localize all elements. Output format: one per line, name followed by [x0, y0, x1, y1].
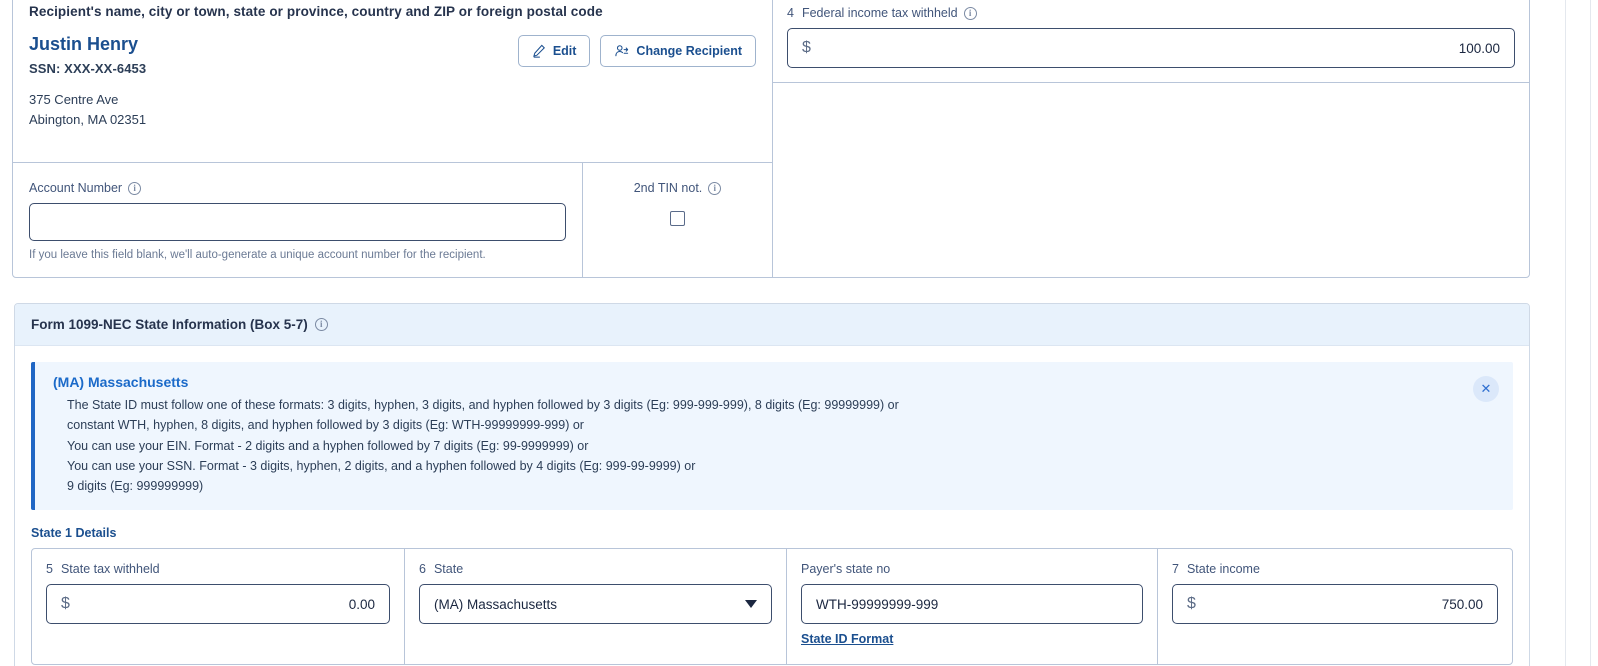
state-income-label: State income [1186, 562, 1260, 577]
state-select-value: (MA) Massachusetts [434, 596, 558, 612]
payers-state-no-label: Payer's state no [801, 562, 891, 577]
recipient-details-block: Recipient's name, city or town, state or… [13, 0, 772, 163]
payers-state-no-input[interactable]: WTH-99999999-999 [801, 584, 1143, 625]
state-information-body: (MA) Massachusetts The State ID must fol… [15, 346, 1529, 666]
payers-state-no-cell: Payer's state no WTH-99999999-999 State … [787, 549, 1158, 665]
federal-tax-input[interactable]: $ 100.00 [787, 28, 1515, 68]
account-number-helper-text: If you leave this field blank, we'll aut… [29, 249, 486, 261]
close-icon[interactable]: ✕ [1473, 376, 1499, 402]
change-recipient-button-label: Change Recipient [636, 44, 742, 59]
state-select[interactable]: (MA) Massachusetts [419, 584, 772, 625]
recipient-ssn: SSN: XXX-XX-6453 [29, 60, 147, 76]
state-income-input[interactable]: $ 750.00 [1172, 584, 1498, 625]
state-details-grid: 5 State tax withheld $ 0.00 6 State (MA)… [31, 548, 1513, 666]
recipient-section-heading: Recipient's name, city or town, state or… [29, 4, 603, 20]
alert-line: 9 digits (Eg: 999999999) [67, 479, 204, 493]
pencil-icon [532, 44, 546, 58]
account-number-column: Account Number i If you leave this field… [13, 163, 583, 277]
federal-empty-area [773, 83, 1529, 277]
state-information-title: Form 1099-NEC State Information (Box 5-7… [31, 317, 308, 332]
recipient-name: Justin Henry [29, 34, 139, 55]
state-income-box-number: 7 [1172, 562, 1179, 577]
recipient-address: 375 Centre Ave Abington, MA 02351 [13, 76, 772, 132]
recipient-card: Recipient's name, city or town, state or… [12, 0, 1530, 278]
state-tax-withheld-label: State tax withheld [60, 562, 160, 577]
state-tax-withheld-input[interactable]: $ 0.00 [46, 584, 390, 625]
payers-state-no-label-row: Payer's state no [801, 562, 1143, 576]
alert-line: constant WTH, hyphen, 8 digits, and hyph… [67, 418, 584, 433]
alert-line: You can use your SSN. Format - 3 digits,… [67, 458, 696, 473]
state-tax-withheld-label-row: 5 State tax withheld [46, 562, 390, 576]
form-1099-nec-page: Recipient's name, city or town, state or… [0, 0, 1598, 666]
state-tax-withheld-cell: 5 State tax withheld $ 0.00 [32, 549, 405, 665]
info-icon[interactable]: i [708, 181, 722, 195]
second-tin-label: 2nd TIN not. [633, 181, 703, 195]
state-income-value: 750.00 [1441, 596, 1483, 612]
alert-title: (MA) Massachusetts [53, 374, 189, 390]
chevron-down-icon [745, 600, 757, 609]
recipient-left-column: Recipient's name, city or town, state or… [13, 0, 773, 277]
currency-symbol: $ [61, 595, 70, 613]
state-information-card: Form 1099-NEC State Information (Box 5-7… [14, 303, 1530, 666]
state-id-format-alert: (MA) Massachusetts The State ID must fol… [31, 362, 1513, 511]
account-number-block: Account Number i If you leave this field… [13, 163, 772, 277]
recipient-address-line-2: Abington, MA 02351 [29, 112, 147, 128]
scroll-track-edge [1590, 0, 1591, 666]
user-switch-icon [614, 44, 629, 58]
payers-state-no-value: WTH-99999999-999 [816, 596, 939, 612]
change-recipient-button[interactable]: Change Recipient [600, 35, 756, 68]
state-select-cell: 6 State (MA) Massachusetts [405, 549, 787, 665]
currency-symbol: $ [1187, 595, 1196, 613]
alert-line: You can use your EIN. Format - 2 digits … [67, 438, 589, 453]
page-container-edge [1565, 0, 1566, 666]
federal-tax-value: 100.00 [1458, 40, 1500, 56]
recipient-actions: Edit Change Recipient [517, 33, 756, 68]
state-box-number: 6 [419, 562, 426, 577]
second-tin-column: 2nd TIN not. i [583, 163, 772, 277]
second-tin-label-row: 2nd TIN not. i [634, 181, 722, 195]
alert-line: The State ID must follow one of these fo… [67, 398, 899, 412]
state-information-header: Form 1099-NEC State Information (Box 5-7… [15, 304, 1529, 346]
recipient-name-row: Justin Henry SSN: XXX-XX-6453 Edit Chang… [13, 19, 772, 76]
account-number-input[interactable] [29, 203, 566, 241]
edit-button-label: Edit [552, 44, 577, 59]
recipient-identity: Justin Henry SSN: XXX-XX-6453 [29, 33, 146, 76]
state-label-row: 6 State [419, 562, 772, 576]
recipient-address-line-1: 375 Centre Ave [29, 91, 119, 107]
state-income-cell: 7 State income $ 750.00 [1158, 549, 1512, 664]
federal-income-tax-withheld-block: 4 Federal income tax withheld i $ 100.00 [773, 0, 1529, 83]
currency-symbol: $ [802, 39, 811, 56]
federal-tax-box-number: 4 [787, 6, 794, 20]
state-tax-withheld-box-number: 5 [46, 562, 53, 577]
state-id-format-link[interactable]: State ID Format [801, 632, 893, 646]
state-label: State [433, 562, 464, 577]
info-icon[interactable]: i [314, 318, 328, 331]
recipient-right-column: 4 Federal income tax withheld i $ 100.00 [773, 0, 1529, 277]
edit-button[interactable]: Edit [517, 35, 591, 68]
state-tax-withheld-value: 0.00 [348, 596, 375, 612]
info-icon[interactable]: i [128, 181, 142, 195]
federal-tax-label: Federal income tax withheld [801, 6, 958, 20]
account-number-label-row: Account Number i [29, 181, 142, 195]
info-icon[interactable]: i [963, 6, 977, 20]
state-details-title: State 1 Details [31, 526, 117, 541]
account-number-label: Account Number [29, 181, 123, 195]
state-income-label-row: 7 State income [1172, 562, 1498, 576]
second-tin-checkbox[interactable] [670, 211, 685, 226]
federal-tax-label-row: 4 Federal income tax withheld i [787, 6, 1515, 20]
